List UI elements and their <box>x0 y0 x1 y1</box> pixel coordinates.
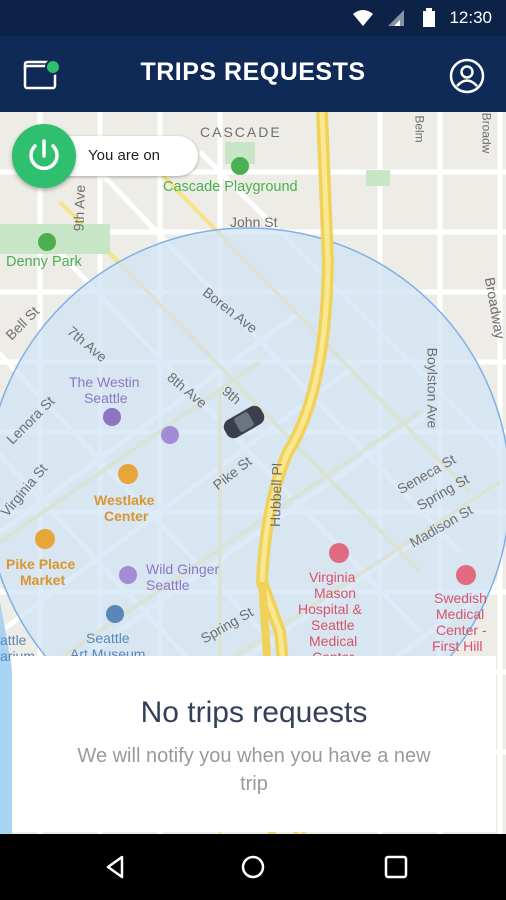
map-label-aquarium-1: attle <box>0 632 27 648</box>
recents-icon[interactable] <box>381 852 411 882</box>
battery-icon <box>423 8 435 27</box>
purple-poi-marker <box>161 426 179 444</box>
wifi-icon <box>353 10 373 26</box>
map-label-virginia-mason-3: Hospital & <box>298 601 362 617</box>
map-label-pike-place-1: Pike Place <box>6 556 76 572</box>
map-label-cascade-playground: Cascade Playground <box>163 179 298 195</box>
park-marker <box>38 233 56 251</box>
map-label-hubbell-pl: Hubbell Pl <box>266 462 286 528</box>
profile-button[interactable] <box>448 57 486 95</box>
power-button[interactable] <box>12 124 76 188</box>
map-label-swedish-3: Center - <box>436 622 487 638</box>
page-title: TRIPS REQUESTS <box>140 58 366 86</box>
park-area <box>366 170 390 186</box>
map-label-westin-2: Seattle <box>84 390 128 406</box>
back-icon[interactable] <box>100 852 130 882</box>
map-label-westin-1: The Westin <box>69 374 140 390</box>
museum-marker <box>106 605 124 623</box>
home-icon[interactable] <box>238 852 268 882</box>
status-bar: 12:30 <box>0 0 506 36</box>
app-bar: TRIPS REQUESTS <box>0 36 506 112</box>
system-nav-bar <box>0 834 506 900</box>
map-label-swedish-2: Medical <box>436 606 485 622</box>
hospital-marker <box>329 543 349 563</box>
status-time: 12:30 <box>449 8 492 27</box>
map-label-virginia-mason-1: Virginia <box>309 569 356 585</box>
map-label-denny-park: Denny Park <box>6 254 82 270</box>
shopping-marker <box>118 464 138 484</box>
profile-icon <box>449 58 485 94</box>
park-marker <box>231 157 249 175</box>
map-label-seattle-art-1: Seattle <box>86 630 130 646</box>
map-label-virginia-mason-2: Mason <box>314 585 357 601</box>
online-status-label: You are on <box>88 147 161 164</box>
map-label-john-st: John St <box>230 214 278 230</box>
map-label-9th-ave-north: 9th Ave <box>70 184 89 232</box>
empty-state-message: We will notify you when you have a new t… <box>77 745 431 795</box>
map-label-swedish-4: First Hill <box>432 638 483 654</box>
map-label-cascade: CASCADE <box>200 124 282 140</box>
map-label-westlake-1: Westlake <box>94 492 155 508</box>
empty-state-title: No trips requests <box>140 696 368 729</box>
map-label-virginia-mason-4: Seattle <box>311 617 355 633</box>
map-label-boylston-ave: Boylston Ave <box>424 347 441 429</box>
map-label-belmont: Belm <box>412 115 427 143</box>
map-label-pike-place-2: Market <box>20 572 66 588</box>
map-label-virginia-mason-5: Medical <box>309 633 358 649</box>
power-icon <box>29 139 59 171</box>
map-label-swedish-1: Swedish <box>434 590 487 606</box>
restaurant-marker <box>119 566 137 584</box>
hotel-marker <box>103 408 121 426</box>
hospital-marker <box>456 565 476 585</box>
map-label-wild-ginger-1: Wild Ginger <box>146 561 220 577</box>
trips-empty-card: No trips requests We will notify you whe… <box>12 656 496 832</box>
map-label-westlake-2: Center <box>104 508 149 524</box>
map-label-wild-ginger-2: Seattle <box>146 577 190 593</box>
cell-signal-icon <box>388 10 404 26</box>
shopping-marker <box>35 529 55 549</box>
map-label-broadway-top: Broadw <box>479 112 494 154</box>
